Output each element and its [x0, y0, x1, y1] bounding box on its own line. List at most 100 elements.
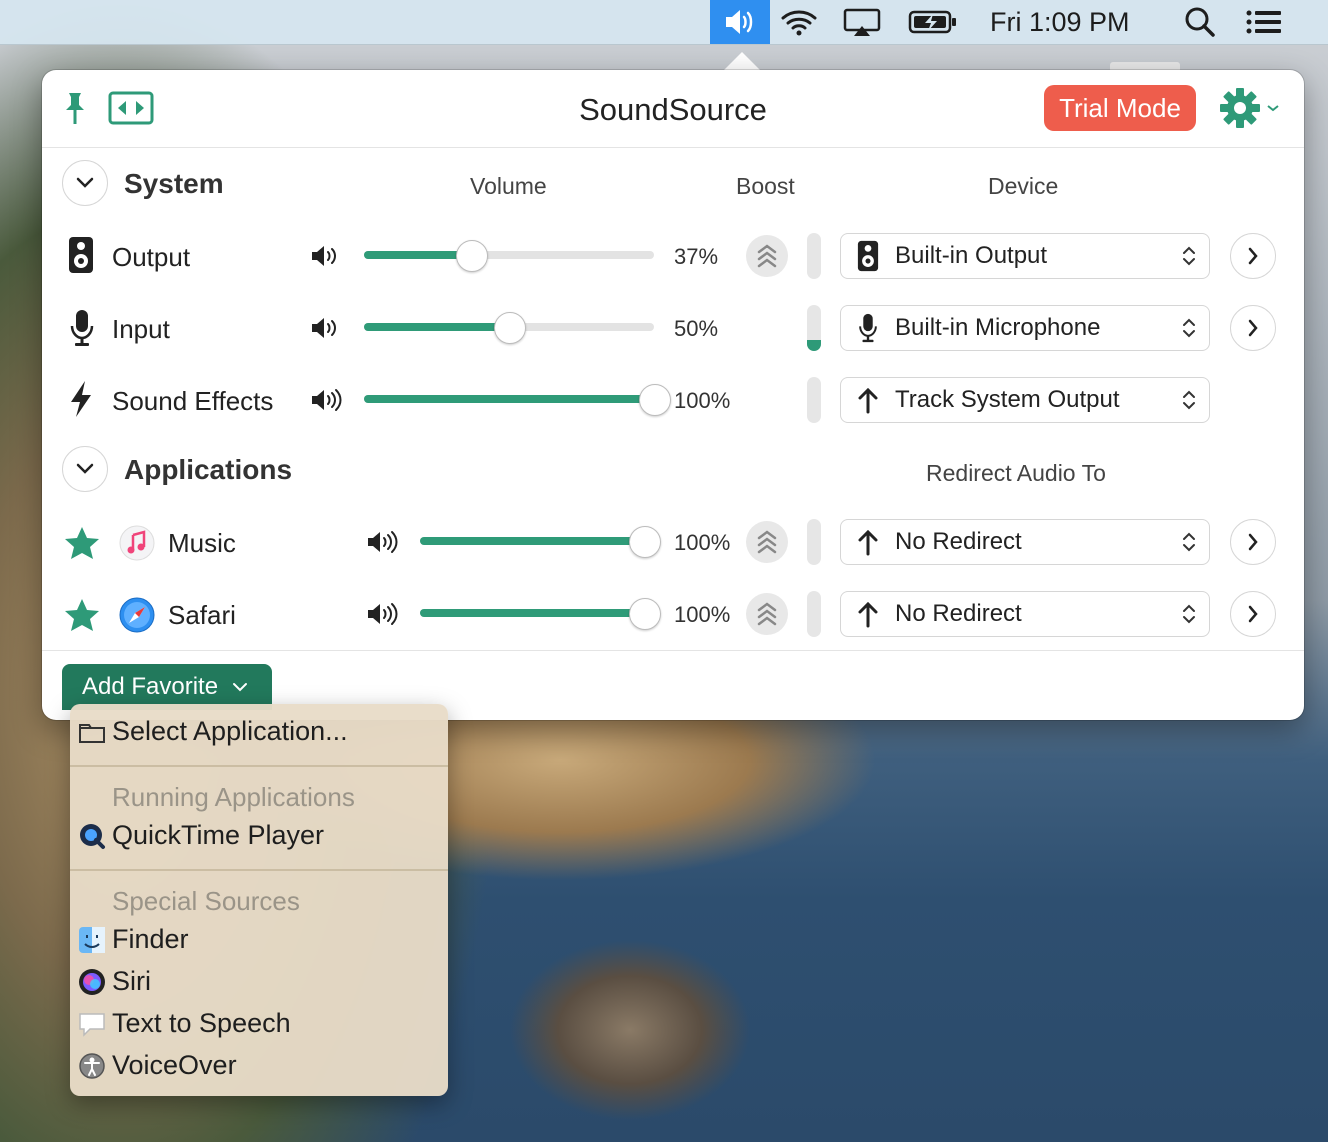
- output-device-details-button[interactable]: [1230, 233, 1276, 279]
- safari-details-button[interactable]: [1230, 591, 1276, 637]
- menu-separator: [70, 869, 448, 871]
- volume-icon[interactable]: [366, 530, 400, 559]
- volume-column-header: Volume: [470, 173, 547, 199]
- slider-fill: [420, 609, 644, 617]
- chevron-right-icon: [1248, 533, 1258, 551]
- slider-knob[interactable]: [456, 240, 489, 272]
- chevron-right-icon: [1248, 319, 1258, 337]
- system-section-title: System: [124, 168, 224, 199]
- sound-effects-device-select[interactable]: Track System Output: [840, 377, 1210, 423]
- running-applications-header: Running Applications: [112, 782, 355, 812]
- volume-icon[interactable]: [310, 244, 340, 273]
- input-level-meter: [807, 305, 821, 351]
- slider-fill: [364, 251, 472, 259]
- trial-mode-button[interactable]: Trial Mode: [1044, 85, 1196, 131]
- menu-item-quicktime-player[interactable]: QuickTime Player: [80, 820, 325, 851]
- input-device-details-button[interactable]: [1230, 305, 1276, 351]
- menu-item-label: Select Application...: [112, 716, 348, 746]
- applications-section-title: Applications: [124, 454, 293, 485]
- menu-separator: [70, 765, 448, 767]
- safari-volume-slider[interactable]: [420, 598, 661, 630]
- system-collapse-button[interactable]: [62, 160, 108, 206]
- control-center-icon[interactable]: [1242, 0, 1286, 44]
- add-favorite-menu: Select Application... Running Applicatio…: [70, 704, 448, 1096]
- menu-item-siri[interactable]: Siri: [79, 966, 151, 997]
- soundsource-panel: SoundSource Trial Mode System Volume Boo…: [42, 70, 1304, 720]
- menu-item-finder[interactable]: Finder: [79, 924, 189, 955]
- music-boost-button[interactable]: [746, 521, 788, 563]
- music-redirect-select[interactable]: No Redirect: [840, 519, 1210, 565]
- music-label: Music: [168, 528, 236, 558]
- music-volume-slider[interactable]: [420, 526, 661, 558]
- updown-chevron-icon: [1183, 390, 1195, 410]
- slider-knob[interactable]: [639, 384, 671, 416]
- slider-fill: [364, 323, 509, 331]
- add-favorite-label: Add Favorite: [82, 673, 219, 700]
- lightning-icon: [68, 380, 94, 423]
- menu-item-select-application[interactable]: Select Application...: [79, 716, 348, 747]
- menu-item-label: VoiceOver: [112, 1050, 237, 1080]
- safari-redirect-select[interactable]: No Redirect: [840, 591, 1210, 637]
- output-boost-button[interactable]: [746, 235, 788, 277]
- applications-collapse-button[interactable]: [62, 446, 108, 492]
- safari-level-meter: [807, 591, 821, 637]
- music-redirect-value: No Redirect: [895, 528, 1022, 555]
- menu-bar: Fri 1:09 PM: [0, 0, 1328, 45]
- airplay-icon[interactable]: [840, 0, 884, 44]
- boost-chevrons-icon: [757, 602, 777, 626]
- sound-effects-volume-percent: 100%: [674, 388, 731, 413]
- music-app-icon: [118, 524, 156, 567]
- safari-volume-percent: 100%: [674, 602, 731, 627]
- volume-icon[interactable]: [310, 388, 344, 417]
- siri-icon: [79, 968, 105, 995]
- chevron-right-icon: [1248, 247, 1258, 265]
- menu-item-voiceover[interactable]: VoiceOver: [79, 1050, 237, 1081]
- input-device-select[interactable]: Built-in Microphone: [840, 305, 1210, 351]
- microphone-icon: [68, 308, 96, 353]
- safari-label: Safari: [168, 600, 236, 630]
- chevron-right-icon: [1248, 605, 1258, 623]
- volume-icon[interactable]: [310, 316, 340, 345]
- output-device-select[interactable]: Built-in Output: [840, 233, 1210, 279]
- input-volume-slider[interactable]: [364, 312, 654, 344]
- settings-gear-icon[interactable]: [1218, 86, 1284, 135]
- sound-effects-device-value: Track System Output: [895, 386, 1120, 413]
- menubar-sound-icon[interactable]: [710, 0, 770, 44]
- redirect-column-header: Redirect Audio To: [926, 460, 1106, 486]
- chevron-down-icon: [76, 177, 94, 188]
- music-details-button[interactable]: [1230, 519, 1276, 565]
- volume-icon[interactable]: [366, 602, 400, 631]
- sound-effects-level-meter: [807, 377, 821, 423]
- menu-item-label: Text to Speech: [112, 1008, 291, 1038]
- arrow-up-icon: [858, 601, 878, 628]
- output-device-value: Built-in Output: [895, 242, 1048, 269]
- wifi-icon[interactable]: [776, 0, 822, 44]
- input-device-value: Built-in Microphone: [895, 314, 1101, 341]
- slider-knob[interactable]: [629, 598, 661, 630]
- updown-chevron-icon: [1183, 604, 1195, 624]
- updown-chevron-icon: [1183, 246, 1195, 266]
- safari-boost-button[interactable]: [746, 593, 788, 635]
- slider-knob[interactable]: [494, 312, 526, 344]
- input-volume-percent: 50%: [674, 316, 719, 341]
- sound-effects-volume-slider[interactable]: [364, 384, 671, 416]
- output-label: Output: [112, 242, 191, 272]
- output-volume-slider[interactable]: [364, 240, 654, 272]
- safari-app-icon: [118, 596, 156, 639]
- accessibility-icon: [79, 1052, 105, 1079]
- menu-item-text-to-speech[interactable]: Text to Speech: [79, 1008, 291, 1039]
- folder-icon: [79, 723, 105, 743]
- battery-charging-icon[interactable]: [906, 0, 960, 44]
- favorite-star-icon[interactable]: [64, 598, 100, 637]
- favorite-star-icon[interactable]: [64, 526, 100, 565]
- music-volume-percent: 100%: [674, 530, 731, 555]
- popover-arrow: [722, 52, 762, 72]
- spotlight-search-icon[interactable]: [1180, 0, 1220, 44]
- speaker-icon: [857, 240, 879, 272]
- menu-item-label: QuickTime Player: [112, 820, 325, 850]
- slider-fill: [420, 537, 644, 545]
- menubar-clock[interactable]: Fri 1:09 PM: [990, 0, 1130, 44]
- boost-column-header: Boost: [736, 173, 795, 199]
- slider-knob[interactable]: [629, 526, 661, 558]
- menu-item-label: Finder: [112, 924, 189, 954]
